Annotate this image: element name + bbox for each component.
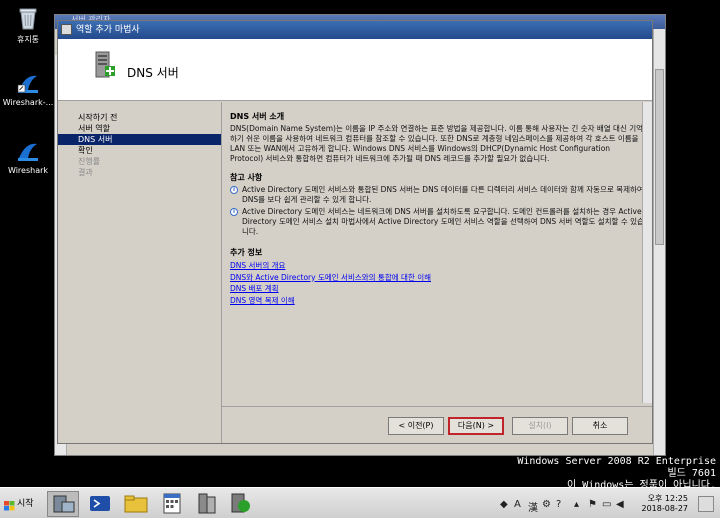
add-roles-wizard: 역할 추가 마법사 DNS 서버 시작하기 전 서버 역할 DNS 서버 확인 …	[57, 20, 653, 444]
clock-time: 오후 12:25	[647, 494, 688, 503]
server-manager-icon	[48, 495, 78, 518]
wizard-step-server-roles[interactable]: 서버 역할	[58, 123, 221, 134]
show-desktop-button[interactable]	[698, 496, 714, 512]
taskbar-admin-tools[interactable]	[192, 491, 224, 517]
desktop-icon-wireshark-shortcut[interactable]: Wireshark-...	[0, 72, 56, 107]
watermark-edition: Windows Server 2008 R2 Enterprise	[517, 456, 716, 467]
wizard-content: DNS 서버 소개 DNS(Domain Name System)는 이름을 I…	[230, 111, 644, 306]
wizard-title: 역할 추가 마법사	[76, 25, 140, 35]
previous-button[interactable]: < 이전(P)	[388, 417, 444, 435]
ime-lang-indicator[interactable]: A	[514, 499, 521, 510]
display-icon[interactable]: ▭	[602, 499, 611, 510]
wizard-header: DNS 서버	[58, 39, 652, 101]
clock[interactable]: 오후 12:25 2018-08-27	[642, 494, 689, 514]
start-label: 시작	[17, 499, 34, 509]
wireshark-icon	[0, 140, 56, 164]
watermark-build: 빌드 7601	[667, 468, 716, 479]
desktop-icon-recycle-bin[interactable]: 휴지통	[0, 6, 56, 45]
note-item: i Active Directory 도메인 서비스와 통합된 DNS 서버는 …	[230, 185, 644, 205]
calendar-icon	[156, 493, 186, 517]
taskbar-powershell[interactable]	[84, 491, 116, 517]
info-icon: i	[230, 186, 238, 194]
note-item: i Active Directory 도메인 서비스는 네트워크에 DNS 서버…	[230, 207, 644, 237]
wizard-step-confirmation[interactable]: 확인	[58, 145, 221, 156]
wizard-step-dns-server[interactable]: DNS 서버	[58, 134, 221, 145]
start-button[interactable]: 시작	[2, 494, 38, 514]
wizard-titlebar[interactable]: 역할 추가 마법사	[58, 21, 652, 39]
cancel-button[interactable]: 취소	[572, 417, 628, 435]
next-button[interactable]: 다음(N) >	[448, 417, 504, 435]
footer-divider	[222, 406, 652, 407]
clock-date: 2018-08-27	[641, 504, 689, 513]
network-icon[interactable]: ◆	[500, 499, 508, 510]
powershell-icon	[84, 496, 114, 517]
page-title: DNS 서버	[127, 66, 179, 80]
wizard-step-results: 결과	[78, 168, 93, 177]
link-dns-ad-integration[interactable]: DNS와 Active Directory 도메인 서비스와의 통합에 대한 이…	[230, 272, 644, 284]
install-button: 설치(I)	[512, 417, 568, 435]
admin-tools-icon	[192, 493, 222, 517]
wizard-step-before-you-begin[interactable]: 시작하기 전	[58, 112, 221, 123]
link-dns-deployment[interactable]: DNS 배포 계획	[230, 283, 644, 295]
wizard-step-progress: 진행률	[78, 157, 101, 166]
wizard-app-icon	[61, 24, 72, 35]
ime-settings-icon[interactable]: ⚙	[542, 499, 551, 510]
taskbar-server-manager[interactable]	[47, 491, 79, 517]
wizard-step-nav: 시작하기 전 서버 역할 DNS 서버 확인 진행률 결과	[58, 102, 221, 443]
wireshark-icon	[0, 72, 56, 96]
info-icon: i	[230, 208, 238, 216]
notes-heading: 참고 사항	[230, 173, 263, 182]
taskbar-explorer[interactable]	[120, 491, 152, 517]
link-dns-overview[interactable]: DNS 서버의 개요	[230, 260, 644, 272]
desktop-icon-label: 휴지통	[16, 35, 40, 44]
nav-divider	[221, 102, 222, 443]
flag-icon[interactable]: ⚑	[588, 499, 597, 510]
note-text: Active Directory 도메인 서비스와 통합된 DNS 서버는 DN…	[242, 185, 644, 204]
dns-server-role-icon	[94, 51, 116, 81]
folder-icon	[120, 495, 150, 517]
desktop-icon-wireshark[interactable]: Wireshark	[0, 140, 56, 175]
recycle-bin-icon	[0, 6, 56, 32]
note-text: Active Directory 도메인 서비스는 네트워크에 DNS 서버를 …	[242, 207, 644, 236]
link-dns-zone-replication[interactable]: DNS 영역 복제 이해	[230, 295, 644, 307]
help-icon[interactable]: ?	[556, 499, 561, 510]
taskbar-calculator[interactable]	[156, 491, 188, 517]
ime-hanja-indicator[interactable]: 漢	[528, 499, 538, 514]
system-tray: ◆ A 漢 ⚙ ? ▴ ⚑ ▭ ◀ 오후 12:25 2018-08-27	[492, 491, 718, 517]
intro-heading: DNS 서버 소개	[230, 112, 285, 121]
wizard-scrollbar[interactable]	[642, 102, 652, 403]
windows-flag-icon	[4, 499, 15, 518]
taskbar: 시작 ◆ A 漢 ⚙ ? ▴ ⚑ ▭ ◀ 오후 12:25 2018-08-27	[0, 487, 720, 518]
more-info-heading: 추가 정보	[230, 248, 263, 257]
intro-text: DNS(Domain Name System)는 이름을 IP 주소와 연결하는…	[230, 124, 644, 163]
desktop-icon-label: Wireshark	[7, 166, 49, 175]
tray-arrow-icon[interactable]: ▴	[574, 499, 579, 510]
server-manager-scrollbar[interactable]	[653, 29, 665, 455]
server-role-icon	[225, 493, 255, 517]
volume-icon[interactable]: ◀	[616, 499, 624, 510]
desktop-icon-label: Wireshark-...	[2, 98, 54, 107]
taskbar-wizard[interactable]	[225, 491, 257, 517]
scrollbar-thumb[interactable]	[655, 69, 664, 245]
